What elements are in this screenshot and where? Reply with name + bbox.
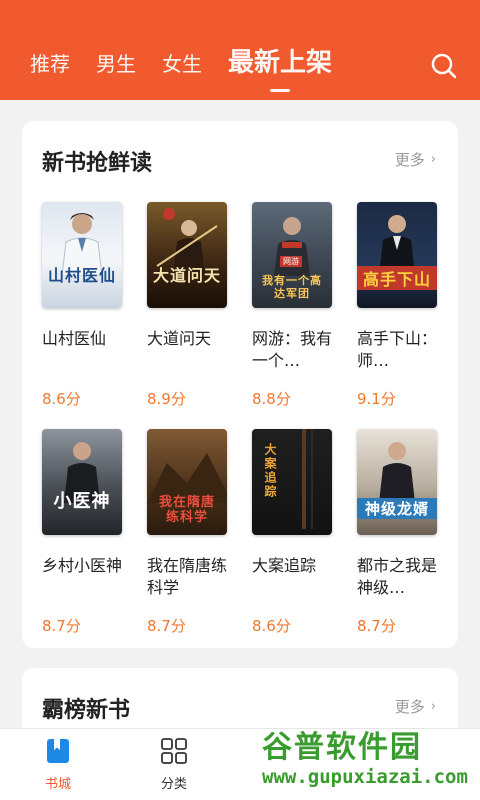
book-item[interactable]: 神级龙婿 都市之我是神级… 8.7分 (357, 429, 437, 636)
book-score: 8.7分 (147, 617, 186, 635)
search-icon (431, 53, 457, 79)
book-item[interactable]: 网游 我有一个高达军团 网游：我有一个… 8.8分 (252, 202, 332, 409)
book-name: 都市之我是神级… (357, 556, 437, 597)
book-item[interactable]: 小医神 乡村小医神 8.7分 (42, 429, 122, 636)
book-item[interactable]: 我在隋唐练科学 我在隋唐练科学 8.7分 (147, 429, 227, 636)
book-name: 大案追踪 (252, 556, 317, 575)
nav-label: 分类 (160, 777, 187, 792)
tab-male[interactable]: 男生 (96, 50, 136, 78)
book-score: 8.8分 (252, 390, 291, 408)
book-name: 网游：我有一个… (252, 329, 332, 370)
tab-newest[interactable]: 最新上架 (228, 46, 333, 92)
cover-title: 高手下山 (357, 266, 437, 290)
book-score: 8.6分 (42, 390, 81, 408)
book-cover: 我在隋唐练科学 (147, 429, 227, 535)
book-name: 我在隋唐练科学 (147, 556, 227, 597)
book-name: 高手下山：师… (357, 329, 437, 370)
tab-newest-label: 最新上架 (228, 48, 333, 78)
watermark-title: 谷普软件园 (262, 730, 422, 765)
more-label: 更多 (394, 151, 425, 169)
cover-title: 大案追踪 (263, 443, 277, 499)
top-header: 推荐 男生 女生 最新上架 (0, 0, 480, 100)
book-item[interactable]: 山村医仙 山村医仙 8.6分 (42, 202, 122, 409)
book-score: 9.1分 (357, 390, 396, 408)
book-name: 大道问天 (147, 329, 212, 348)
book-score: 8.9分 (147, 390, 186, 408)
book-cover: 山村医仙 (42, 202, 122, 308)
watermark-url: www.gupuxiazai.com (262, 766, 468, 788)
book-name: 山村医仙 (42, 329, 107, 348)
bookmark-book-icon (47, 739, 69, 763)
nav-label: 书城 (44, 777, 71, 792)
section-title: 霸榜新书 (42, 698, 131, 723)
book-item[interactable]: 大道问天 大道问天 8.9分 (147, 202, 227, 409)
nav-category[interactable]: 分类 (144, 737, 204, 792)
book-item[interactable]: 大案追踪 大案追踪 8.6分 (252, 429, 332, 636)
book-name: 乡村小医神 (42, 556, 122, 575)
cover-title: 小医神 (53, 491, 111, 512)
book-cover: 小医神 (42, 429, 122, 535)
book-cover: 神级龙婿 (357, 429, 437, 535)
tab-recommend[interactable]: 推荐 (30, 50, 70, 78)
cover-title: 山村医仙 (47, 266, 116, 285)
more-link[interactable]: 更多 › (395, 149, 436, 170)
tab-female[interactable]: 女生 (162, 50, 202, 78)
section-title: 新书抢鲜读 (42, 151, 153, 176)
book-item[interactable]: 高手下山 高手下山：师… 9.1分 (357, 202, 437, 409)
more-link[interactable]: 更多 › (395, 696, 436, 717)
cover-sub: 网游 (280, 256, 302, 267)
more-label: 更多 (394, 698, 425, 716)
search-button[interactable] (430, 52, 458, 80)
book-cover: 大道问天 (147, 202, 227, 308)
book-score: 8.7分 (42, 617, 81, 635)
cover-title: 我有一个高达军团 (262, 274, 322, 300)
grid-icon (161, 738, 187, 764)
book-score: 8.7分 (357, 617, 396, 635)
cover-title: 神级龙婿 (357, 498, 437, 519)
book-score: 8.6分 (252, 617, 291, 635)
site-watermark: 谷普软件园 www.gupuxiazai.com (262, 722, 476, 796)
category-tabs: 推荐 男生 女生 最新上架 (30, 46, 358, 92)
book-cover: 大案追踪 (252, 429, 332, 535)
cover-title: 我在隋唐练科学 (158, 495, 215, 525)
book-cover: 网游 我有一个高达军团 (252, 202, 332, 308)
new-books-card: 新书抢鲜读 更多 › 山村医仙 山村医仙 8.6分 大道问天 大道问天 8.9分… (22, 121, 458, 648)
chevron-right-icon: › (430, 699, 436, 714)
active-tab-indicator (270, 89, 290, 92)
book-cover: 高手下山 (357, 202, 437, 308)
cover-title: 大道问天 (152, 266, 221, 285)
nav-bookstore[interactable]: 书城 (28, 737, 88, 792)
chevron-right-icon: › (430, 152, 436, 167)
